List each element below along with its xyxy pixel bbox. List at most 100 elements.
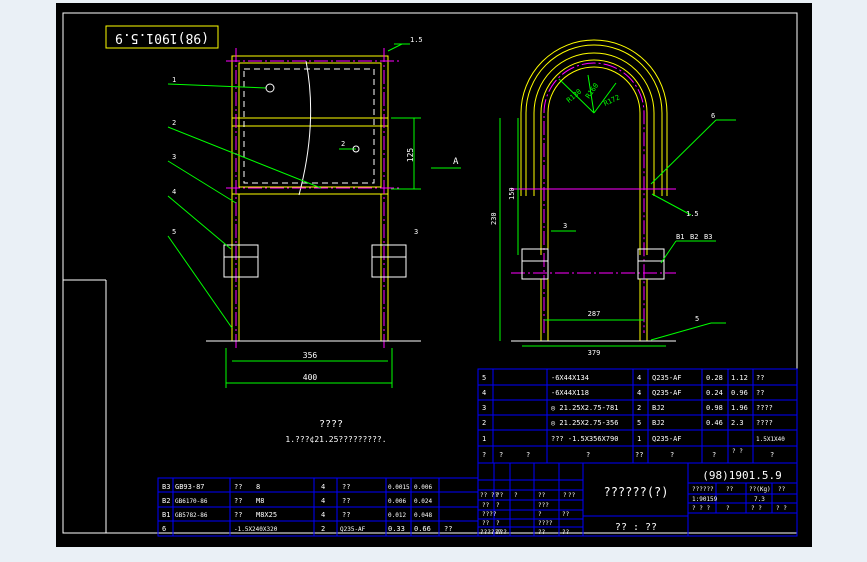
side-callout-6: 6 (711, 112, 715, 120)
bom-l-4-spec: -1.5X240X320 (234, 526, 278, 533)
side-leader-6 (650, 119, 717, 185)
bom-l-1-spec: 8 (256, 483, 260, 491)
notes-heading: ???? (319, 419, 343, 430)
leader-5 (167, 235, 233, 329)
bom-r-h-6: ? (670, 451, 674, 459)
signoff-6: ?? (568, 492, 576, 499)
bom-l-4-qty: 2 (321, 525, 325, 533)
bom-l-2-spec: M8 (256, 497, 264, 505)
bom-l-3-no: B1 (162, 511, 170, 519)
bom-r-3-note: ???? (756, 404, 773, 412)
bom-r-1-mat: Q235-AF (652, 374, 682, 382)
bom-l-4-w2: 0.66 (414, 525, 431, 533)
bom-l-3-w2: 0.048 (414, 512, 432, 519)
bom-l-4-note: ?? (444, 525, 452, 533)
signoff-2: ?? (496, 492, 504, 499)
bom-r-4-no: 2 (482, 419, 486, 427)
bom-r-3-spec: ◎ 21.25X2.75-781 (551, 404, 618, 412)
tb-row1-2: ?? (726, 486, 734, 493)
bom-r-2-w1: 0.24 (706, 389, 723, 397)
bom-r-2-mat: Q235-AF (652, 389, 682, 397)
bom-r-2-qty: 4 (637, 389, 641, 397)
bom-r-h-7: ? (712, 451, 716, 459)
tb-row3-1: ? ? ? (692, 505, 710, 512)
bom-right-table: 5 -6X44X134 4 Q235-AF 0.28 1.12 ?? 4 -6X… (477, 368, 798, 464)
clamp-left-base (223, 256, 259, 278)
bom-r-1-qty: 4 (637, 374, 641, 382)
tb-row2-3: 7.3 (754, 496, 765, 503)
bom-l-1-w1: 0.0015 (388, 484, 410, 491)
drawing-name: ??????(?) (603, 485, 668, 499)
leader-weld-top2 (387, 43, 403, 52)
dim-outer-width: 400 (303, 373, 318, 382)
bom-l-3-w1: 0.012 (388, 512, 406, 519)
bom-l-4-mat: Q235-AF (340, 526, 366, 533)
drawing-sheet: (98)1901.5.9 356 400 125 A 1 2 3 4 5 2 1… (56, 3, 812, 547)
front-view: 356 400 125 A 1 2 3 4 5 2 1.5 3 3 (167, 36, 461, 388)
bom-l-3-name: ?? (234, 511, 242, 519)
bom-r-1-w1: 0.28 (706, 374, 723, 382)
bom-r-h-9: ? (770, 451, 774, 459)
signoff-11: ? (538, 511, 542, 518)
outer-frame (62, 12, 798, 534)
bom-r-h-3: ? (526, 451, 530, 459)
callout-5: 5 (172, 228, 176, 236)
side-leader-5 (650, 322, 712, 341)
signoff-7: ?? (482, 502, 490, 509)
bolt-label-b1: B1 (676, 233, 684, 241)
tb-row3-4: ? ? (776, 505, 787, 512)
tb-row3-3: ? ? (751, 505, 762, 512)
bom-r-4-note: ???? (756, 419, 773, 427)
signoff-15: ???? (538, 520, 553, 527)
signoff-8: ? (496, 502, 500, 509)
dim-height-inner: 150 (508, 187, 516, 200)
dim-height-outer: 230 (490, 212, 498, 225)
bom-r-h-4: ? (586, 451, 590, 459)
radius-3: R172 (602, 93, 621, 107)
bom-r-3-w1: 0.98 (706, 404, 723, 412)
signoff-bottom-1: ?????? (480, 529, 502, 536)
signoff-13: ?? (482, 520, 490, 527)
signoff-17: ?? (538, 529, 546, 536)
arch-2 (525, 44, 663, 196)
weld-label-top: 1.5 (410, 36, 423, 44)
bom-r-3-no: 3 (482, 404, 486, 412)
bom-r-5-no: 1 (482, 435, 486, 443)
cad-drawing: (98)1901.5.9 356 400 125 A 1 2 3 4 5 2 1… (62, 12, 798, 537)
bom-r-2-spec: -6X44X118 (551, 389, 589, 397)
bom-r-5-mat: Q235-AF (652, 435, 682, 443)
side-callout-3: 3 (563, 222, 567, 230)
arch-3 (533, 52, 655, 196)
bom-r-h-1: ? (482, 451, 486, 459)
bom-r-2-w2: 0.96 (731, 389, 748, 397)
bolt-label-b2: B2 (690, 233, 698, 241)
bom-r-1-no: 5 (482, 374, 486, 382)
bom-l-2-mat: ?? (342, 497, 350, 505)
bom-r-3-w2: 1.96 (731, 404, 748, 412)
bom-l-2-qty: 4 (321, 497, 325, 505)
bom-l-3-qty: 4 (321, 511, 325, 519)
clamp-right-base (371, 256, 407, 278)
bom-r-4-mat: BJ2 (652, 419, 665, 427)
bom-l-1-no: B3 (162, 483, 170, 491)
signoff-14: ? (496, 520, 500, 527)
tb-row1-4: ?? (778, 486, 786, 493)
bom-r-h-8: ? ? (732, 448, 743, 455)
bom-r-5-spec: ??? -1.5X356X790 (551, 435, 618, 443)
dim-inner-width: 356 (303, 351, 318, 360)
bom-r-5-note: 1.5X1X40 (756, 436, 785, 443)
bom-r-4-spec: ◎ 21.25X2.75-356 (551, 419, 618, 427)
bom-r-1-note: ?? (756, 374, 764, 382)
dim-height: 125 (406, 148, 415, 163)
signoff-3: ? (514, 492, 518, 499)
bom-right-border (477, 368, 798, 464)
bom-r-5-qty: 1 (637, 435, 641, 443)
dim-outer-width-side: 379 (588, 349, 601, 357)
bolt-label-b3: B3 (704, 233, 712, 241)
bom-l-1-std: GB93-87 (175, 483, 205, 491)
break-line (298, 60, 312, 196)
notes-line1: 1.???¢21.25?????????. (285, 435, 386, 444)
section-label: A (453, 157, 459, 167)
side-weld-label: 1.5 (686, 210, 699, 218)
bom-r-h-5: ?? (635, 451, 643, 459)
